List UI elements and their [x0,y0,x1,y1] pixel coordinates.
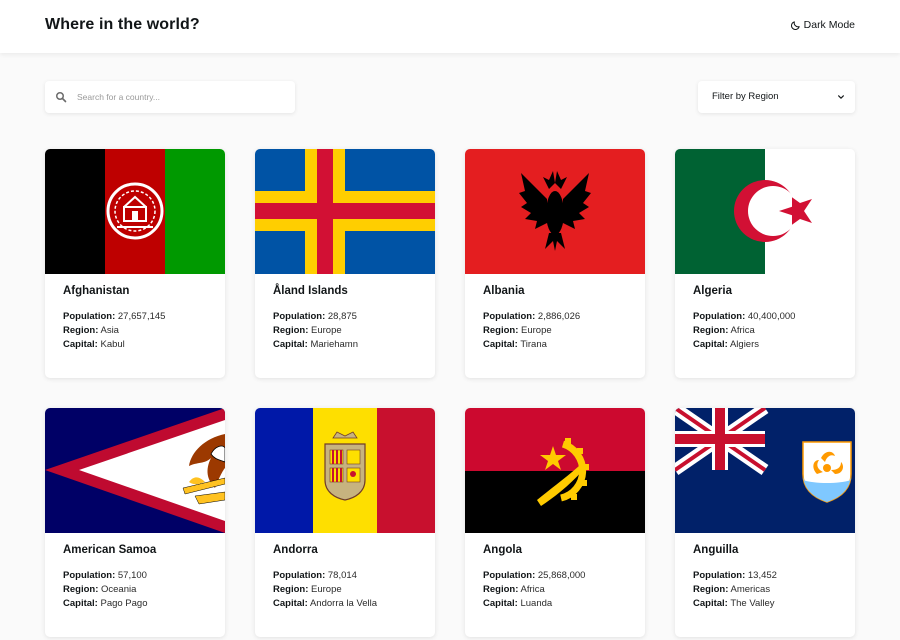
anguilla-flag-icon [675,408,855,533]
capital-value: Andorra la Vella [309,598,378,609]
country-name: Åland Islands [273,285,348,297]
search-input[interactable] [77,81,287,113]
region-label: Region: [63,584,99,595]
population-value: 40,400,000 [747,311,796,322]
country-name: Anguilla [693,544,739,556]
top-header: Where in the world? Dark Mode [0,0,900,53]
afghanistan-flag-icon [45,149,225,274]
capital-label: Capital: [483,598,518,609]
region-filter-select[interactable]: Filter by Region [698,81,855,113]
population-label: Population: [483,570,536,581]
region-label: Region: [483,584,519,595]
region-label: Region: [273,584,309,595]
population-value: 2,886,026 [537,311,581,322]
country-details: Population: 13,452 Region: Americas Capi… [693,569,777,611]
country-card-algeria[interactable]: Algeria Population: 40,400,000 Region: A… [675,149,855,378]
region-value: Oceania [101,584,137,595]
capital-label: Capital: [693,598,728,609]
dark-mode-toggle[interactable]: Dark Mode [790,19,855,31]
capital-value: The Valley [730,598,775,609]
capital-value: Kabul [100,339,125,350]
dark-mode-label: Dark Mode [803,19,855,31]
country-card-andorra[interactable]: Andorra Population: 78,014 Region: Europ… [255,408,435,637]
region-label: Region: [483,325,519,336]
capital-label: Capital: [63,339,98,350]
region-value: Europe [521,325,552,336]
population-label: Population: [273,570,326,581]
country-card-anguilla[interactable]: Anguilla Population: 13,452 Region: Amer… [675,408,855,637]
population-label: Population: [693,311,746,322]
country-details: Population: 57,100 Region: Oceania Capit… [63,569,148,611]
region-label: Region: [63,325,99,336]
country-name: American Samoa [63,544,157,556]
region-label: Region: [273,325,309,336]
region-value: Africa [730,325,755,336]
population-value: 27,657,145 [117,311,166,322]
population-value: 13,452 [747,570,777,581]
albania-flag-icon [465,149,645,274]
capital-value: Luanda [520,598,553,609]
region-filter-label: Filter by Region [712,91,779,102]
population-value: 28,875 [327,311,357,322]
country-name: Andorra [273,544,318,556]
country-details: Population: 25,868,000 Region: Africa Ca… [483,569,585,611]
population-label: Population: [483,311,536,322]
search-box [45,81,295,113]
country-name: Afghanistan [63,285,130,297]
capital-label: Capital: [63,598,98,609]
capital-label: Capital: [693,339,728,350]
country-card-angola[interactable]: Angola Population: 25,868,000 Region: Af… [465,408,645,637]
capital-value: Pago Pago [100,598,148,609]
region-value: Americas [730,584,771,595]
country-details: Population: 2,886,026 Region: Europe Cap… [483,310,580,352]
country-name: Angola [483,544,522,556]
moon-icon [790,20,800,30]
population-label: Population: [63,311,116,322]
country-card-albania[interactable]: Albania Population: 2,886,026 Region: Eu… [465,149,645,378]
search-icon [56,92,67,103]
country-details: Population: 28,875 Region: Europe Capita… [273,310,358,352]
capital-label: Capital: [273,598,308,609]
andorra-flag-icon [255,408,435,533]
capital-value: Mariehamn [310,339,359,350]
country-name: Albania [483,285,525,297]
country-card-aland-islands[interactable]: Åland Islands Population: 28,875 Region:… [255,149,435,378]
country-name: Algeria [693,285,732,297]
region-value: Africa [520,584,545,595]
american-samoa-flag-icon [45,408,225,533]
region-value: Europe [311,584,342,595]
country-card-afghanistan[interactable]: Afghanistan Population: 27,657,145 Regio… [45,149,225,378]
population-label: Population: [693,570,746,581]
population-value: 57,100 [117,570,147,581]
country-details: Population: 40,400,000 Region: Africa Ca… [693,310,795,352]
capital-value: Tirana [520,339,547,350]
region-label: Region: [693,325,729,336]
country-card-american-samoa[interactable]: American Samoa Population: 57,100 Region… [45,408,225,637]
aland-islands-flag-icon [255,149,435,274]
page-title: Where in the world? [45,16,200,33]
country-details: Population: 78,014 Region: Europe Capita… [273,569,377,611]
region-value: Europe [311,325,342,336]
region-label: Region: [693,584,729,595]
angola-flag-icon [465,408,645,533]
region-value: Asia [100,325,119,336]
capital-label: Capital: [483,339,518,350]
population-value: 25,868,000 [537,570,586,581]
chevron-down-icon [838,95,844,99]
population-value: 78,014 [327,570,357,581]
capital-value: Algiers [729,339,760,350]
population-label: Population: [63,570,116,581]
country-details: Population: 27,657,145 Region: Asia Capi… [63,310,165,352]
capital-label: Capital: [273,339,308,350]
algeria-flag-icon [675,149,855,274]
population-label: Population: [273,311,326,322]
